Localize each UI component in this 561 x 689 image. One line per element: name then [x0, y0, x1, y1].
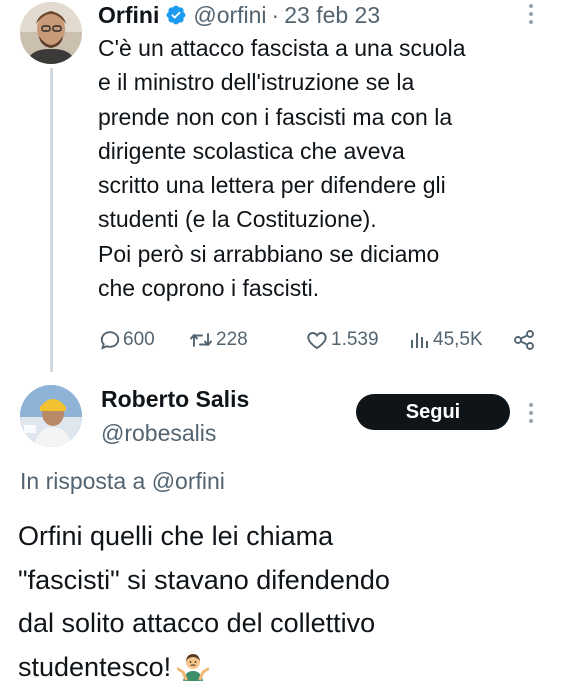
reply-author-name[interactable]: Roberto Salis — [101, 386, 249, 413]
tweet-text-line: e il ministro dell'istruzione se la — [98, 65, 548, 99]
reply-count: 600 — [123, 329, 155, 351]
share-icon — [512, 328, 536, 352]
tweet-text-line: che coprono i fascisti. — [98, 271, 548, 305]
views-count: 45,5K — [433, 329, 483, 351]
reply-icon — [98, 328, 122, 352]
in-reply-to-handle[interactable]: @orfini — [152, 468, 225, 494]
reply-button[interactable]: 600 — [98, 325, 155, 355]
reply-text-line: studentesco! — [18, 652, 171, 682]
reply-author-handle[interactable]: @robesalis — [101, 420, 216, 447]
like-count: 1.539 — [331, 329, 379, 351]
like-button[interactable]: 1.539 — [305, 325, 379, 355]
author-handle[interactable]: @orfini — [193, 2, 266, 29]
author-name[interactable]: Orfini — [98, 2, 159, 29]
in-reply-to-label: In risposta a — [20, 468, 145, 494]
tweet-date[interactable]: 23 feb 23 — [284, 2, 380, 29]
tweet-text-line: studenti (e la Costituzione). — [98, 202, 548, 236]
tweet-header: Orfini @orfini · 23 feb 23 — [98, 0, 380, 30]
thread-connector-line — [50, 68, 53, 372]
reply-text-line-last: studentesco! — [18, 646, 548, 689]
follow-button[interactable]: Segui — [356, 394, 510, 430]
tweet-text-line: dirigente scolastica che aveva — [98, 134, 548, 168]
tweet-text: C'è un attacco fascista a una scuola e i… — [98, 31, 548, 305]
more-options-button[interactable] — [526, 4, 536, 24]
tweet-text-line: prende non con i fascisti ma con la — [98, 100, 548, 134]
reply-text-line: "fascisti" si stavano difendendo — [18, 559, 548, 603]
retweet-icon — [188, 328, 214, 352]
views-icon — [409, 328, 431, 352]
share-button[interactable] — [512, 325, 536, 355]
retweet-count: 228 — [216, 329, 248, 351]
more-options-icon — [526, 403, 536, 423]
reply-text-line: Orfini quelli che lei chiama — [18, 515, 548, 559]
tweet-text-line: Poi però si arrabbiano se diciamo — [98, 237, 548, 271]
views-button[interactable]: 45,5K — [409, 325, 483, 355]
tweet-text-line: C'è un attacco fascista a una scuola — [98, 31, 548, 65]
reply-text: Orfini quelli che lei chiama "fascisti" … — [18, 515, 548, 689]
reply-more-options-button[interactable] — [526, 403, 536, 423]
tweet-text-line: scritto una lettera per difendere gli — [98, 168, 548, 202]
reply-text-line: dal solito attacco del collettivo — [18, 602, 548, 646]
retweet-button[interactable]: 228 — [188, 325, 248, 355]
verified-badge-icon — [165, 4, 187, 26]
in-reply-to: In risposta a @orfini — [20, 468, 225, 495]
more-options-icon — [526, 4, 536, 24]
author-avatar[interactable] — [20, 2, 82, 64]
reply-author-avatar[interactable] — [20, 385, 82, 447]
person-shrugging-emoji — [177, 650, 209, 682]
header-separator: · — [272, 2, 280, 29]
like-icon — [305, 328, 329, 352]
